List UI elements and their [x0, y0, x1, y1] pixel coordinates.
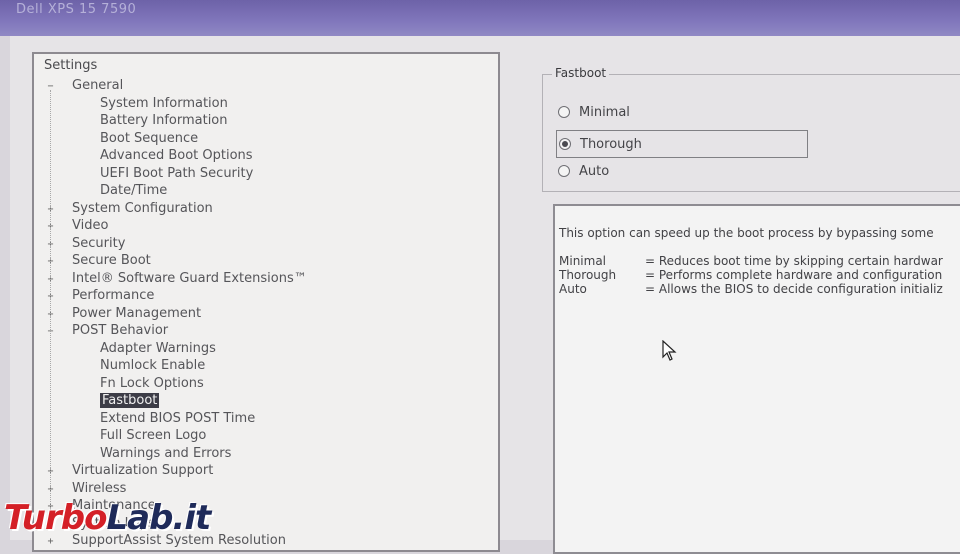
radio-thorough[interactable]: Thorough — [556, 130, 808, 158]
tree-item-label: Extend BIOS POST Time — [100, 410, 256, 426]
tree-item-label: Battery Information — [100, 113, 228, 128]
tree-item-label: System Information — [100, 95, 228, 111]
tree-item-label: Advanced Boot Options — [100, 148, 253, 163]
help-option-row: Thorough = Performs complete hardware and… — [559, 268, 942, 282]
tree-item-label: Warnings and Errors — [100, 445, 232, 461]
radio-auto-label: Auto — [579, 163, 610, 179]
tree-item[interactable]: System Configuration — [72, 201, 213, 216]
tree-item-label: Numlock Enable — [100, 358, 206, 373]
tree-item[interactable]: Boot Sequence — [100, 131, 198, 146]
help-option-text: = Reduces boot time by skipping certain … — [645, 254, 943, 268]
help-option-row: Auto = Allows the BIOS to decide configur… — [559, 282, 943, 296]
tree-item-label: Video — [72, 218, 109, 233]
help-option-key: Minimal — [559, 254, 607, 268]
tree-item-label: Virtualization Support — [72, 463, 214, 478]
radio-button-icon[interactable] — [558, 165, 570, 177]
tree-item-label: System Configuration — [72, 200, 213, 216]
help-option-row: Minimal = Reduces boot time by skipping c… — [559, 254, 943, 268]
tree-item[interactable]: Advanced Boot Options — [100, 148, 253, 163]
tree-item[interactable]: Extend BIOS POST Time — [100, 411, 255, 426]
tree-item[interactable]: Performance — [72, 288, 154, 303]
tree-item[interactable]: Secure Boot — [72, 253, 151, 268]
tree-item[interactable]: Video — [72, 218, 108, 233]
tree-item[interactable]: Power Management — [72, 306, 201, 321]
tree-item-label: Fastboot — [100, 393, 160, 408]
tree-item[interactable]: Battery Information — [100, 113, 228, 128]
radio-thorough-label: Thorough — [580, 136, 642, 152]
help-description-box: This option can speed up the boot proces… — [553, 204, 960, 554]
tree-item[interactable]: Wireless — [72, 481, 126, 496]
tree-item[interactable]: Adapter Warnings — [100, 341, 216, 356]
watermark-part1: Turbo — [4, 498, 107, 538]
settings-tree-title: Settings — [44, 58, 98, 73]
tree-item-label: Security — [72, 235, 126, 251]
window-title: Dell XPS 15 7590 — [16, 2, 137, 17]
mouse-pointer-icon — [662, 340, 677, 361]
settings-tree-panel: Settings − General System Information Batte… — [32, 52, 500, 552]
watermark-logo: TurboLab.it — [4, 498, 211, 538]
tree-item-label: Power Management — [72, 305, 202, 321]
help-description-text: This option can speed up the boot proces… — [559, 226, 934, 240]
tree-item[interactable]: System Information — [100, 96, 228, 111]
tree-item[interactable]: UEFI Boot Path Security — [100, 166, 253, 181]
title-bar: Dell XPS 15 7590 — [0, 0, 960, 36]
help-option-text: = Performs complete hardware and configu… — [645, 268, 943, 282]
tree-item[interactable]: POST Behavior — [72, 323, 168, 338]
tree-item[interactable]: Numlock Enable — [100, 358, 205, 373]
tree-item[interactable]: Fn Lock Options — [100, 376, 204, 391]
tree-item-label: Secure Boot — [72, 253, 151, 268]
tree-item-label: Wireless — [72, 480, 127, 496]
fastboot-group-label: Fastboot — [552, 66, 610, 80]
tree-item[interactable]: Intel® Software Guard Extensions™ — [72, 271, 307, 286]
tree-item-label: General — [72, 78, 124, 93]
help-option-key: Thorough — [559, 268, 617, 282]
tree-item-label: Adapter Warnings — [100, 340, 216, 356]
tree-item[interactable]: Date/Time — [100, 183, 167, 198]
tree-item-label: Date/Time — [100, 183, 168, 198]
tree-item-label: UEFI Boot Path Security — [100, 165, 254, 181]
tree-item[interactable]: Fastboot — [100, 393, 160, 408]
tree-item[interactable]: Warnings and Errors — [100, 446, 231, 461]
tree-item[interactable]: Security — [72, 236, 125, 251]
radio-auto[interactable]: Auto — [558, 158, 609, 184]
radio-minimal[interactable]: Minimal — [558, 99, 630, 125]
tree-item-label: POST Behavior — [72, 323, 169, 338]
tree-item[interactable]: General — [72, 78, 123, 93]
tree-item-label: Full Screen Logo — [100, 428, 207, 443]
radio-button-icon[interactable] — [558, 106, 570, 118]
tree-guide-line — [50, 90, 51, 530]
radio-button-checked-icon[interactable] — [559, 138, 571, 150]
tree-item-label: Performance — [72, 288, 155, 303]
tree-item-label: Intel® Software Guard Extensions™ — [72, 270, 307, 286]
help-option-key: Auto — [559, 282, 587, 296]
watermark-part2: Lab.it — [106, 498, 211, 538]
help-option-text: = Allows the BIOS to decide configuratio… — [645, 282, 943, 296]
tree-item-label: Boot Sequence — [100, 130, 199, 146]
radio-minimal-label: Minimal — [579, 104, 630, 120]
tree-item[interactable]: Full Screen Logo — [100, 428, 206, 443]
tree-item-label: Fn Lock Options — [100, 375, 204, 391]
tree-item[interactable]: Virtualization Support — [72, 463, 213, 478]
expand-icon[interactable]: + — [46, 537, 55, 547]
